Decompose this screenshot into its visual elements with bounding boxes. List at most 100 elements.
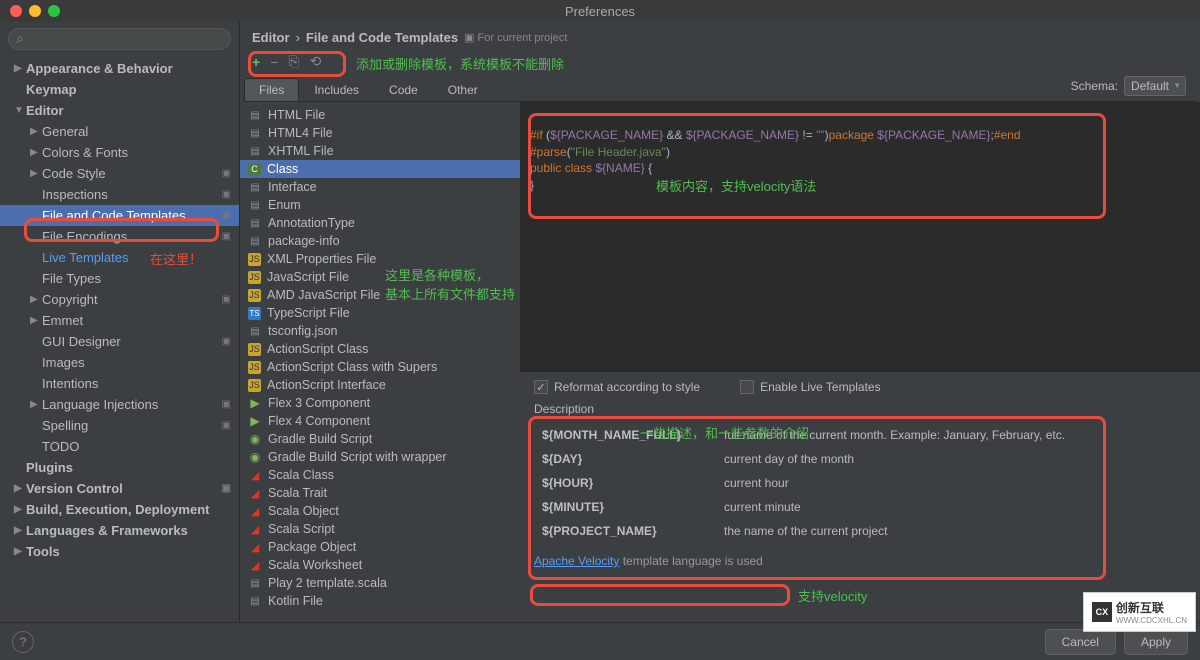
sidebar-item[interactable]: Spelling▣ xyxy=(0,415,239,436)
sidebar-item[interactable]: Copyright▣ xyxy=(0,289,239,310)
template-item[interactable]: ◢Scala Trait xyxy=(240,484,520,502)
cancel-button[interactable]: Cancel xyxy=(1045,629,1116,655)
reset-template-button[interactable]: ⟲ xyxy=(310,53,322,70)
scala-icon: ◢ xyxy=(248,468,262,482)
sidebar-item[interactable]: Code Style▣ xyxy=(0,163,239,184)
sidebar-item[interactable]: Appearance & Behavior xyxy=(0,58,239,79)
apply-button[interactable]: Apply xyxy=(1124,629,1188,655)
maximize-icon[interactable] xyxy=(48,5,60,17)
template-item[interactable]: TSTypeScript File xyxy=(240,304,520,322)
js-icon: JS xyxy=(248,289,261,302)
template-tabs: FilesIncludesCodeOther xyxy=(244,78,1196,102)
template-item[interactable]: ▤HTML4 File xyxy=(240,124,520,142)
sidebar-item[interactable]: Inspections▣ xyxy=(0,184,239,205)
template-code-editor[interactable]: #if (${PACKAGE_NAME} && ${PACKAGE_NAME} … xyxy=(520,102,1200,372)
sidebar-item[interactable]: GUI Designer▣ xyxy=(0,331,239,352)
template-item[interactable]: ▤AnnotationType xyxy=(240,214,520,232)
file-icon: ▤ xyxy=(248,180,262,194)
js-icon: JS xyxy=(248,379,261,392)
template-item[interactable]: ▤XHTML File xyxy=(240,142,520,160)
template-item[interactable]: ◉Gradle Build Script xyxy=(240,430,520,448)
sidebar-item[interactable]: Tools xyxy=(0,541,239,562)
scala-icon: ◢ xyxy=(248,522,262,536)
close-icon[interactable] xyxy=(10,5,22,17)
template-item[interactable]: ▤Interface xyxy=(240,178,520,196)
tab-includes[interactable]: Includes xyxy=(299,78,374,101)
scala-icon: ◢ xyxy=(248,558,262,572)
template-item[interactable]: ◉Gradle Build Script with wrapper xyxy=(240,448,520,466)
sidebar-item[interactable]: File and Code Templates▣ xyxy=(0,205,239,226)
sidebar-item[interactable]: Plugins xyxy=(0,457,239,478)
breadcrumb: Editor › File and Code Templates ▣ For c… xyxy=(240,22,1200,49)
titlebar: Preferences xyxy=(0,0,1200,22)
template-item[interactable]: ◢Scala Class xyxy=(240,466,520,484)
template-item[interactable]: JSXML Properties File xyxy=(240,250,520,268)
template-toolbar: + − ⎘ ⟲ xyxy=(240,49,1200,74)
variable-row: ${DAY}current day of the month xyxy=(536,448,1184,470)
sidebar-item[interactable]: Emmet xyxy=(0,310,239,331)
template-item[interactable]: JSAMD JavaScript File xyxy=(240,286,520,304)
sidebar-item[interactable]: General xyxy=(0,121,239,142)
sidebar-item[interactable]: File Types xyxy=(0,268,239,289)
help-button[interactable]: ? xyxy=(12,631,34,653)
schema-select[interactable]: Default xyxy=(1124,76,1186,96)
sidebar-item[interactable]: Intentions xyxy=(0,373,239,394)
template-item[interactable]: ◢Scala Worksheet xyxy=(240,556,520,574)
sidebar-item[interactable]: Editor xyxy=(0,100,239,121)
velocity-footer: Apache Velocity template language is use… xyxy=(520,548,1200,574)
remove-template-button[interactable]: − xyxy=(270,54,278,70)
tab-other[interactable]: Other xyxy=(433,78,493,101)
schema-label: Schema: xyxy=(1071,79,1118,93)
sidebar-item[interactable]: Keymap xyxy=(0,79,239,100)
copy-template-button[interactable]: ⎘ xyxy=(288,53,299,70)
file-icon: ▤ xyxy=(248,108,262,122)
variable-row: ${MINUTE}current minute xyxy=(536,496,1184,518)
file-icon: ▤ xyxy=(248,144,262,158)
template-item[interactable]: JSActionScript Class xyxy=(240,340,520,358)
minimize-icon[interactable] xyxy=(29,5,41,17)
file-icon: ▤ xyxy=(248,594,262,608)
file-icon: ▤ xyxy=(248,198,262,212)
add-template-button[interactable]: + xyxy=(252,54,260,70)
template-item[interactable]: ▤package-info xyxy=(240,232,520,250)
template-item[interactable]: ▤HTML File xyxy=(240,106,520,124)
sidebar-item[interactable]: Live Templates xyxy=(0,247,239,268)
file-icon: ▤ xyxy=(248,324,262,338)
tab-code[interactable]: Code xyxy=(374,78,433,101)
play-icon: ▶ xyxy=(248,396,262,410)
reformat-checkbox[interactable]: Reformat according to style xyxy=(534,380,700,394)
template-item[interactable]: ▤Enum xyxy=(240,196,520,214)
variable-row: ${HOUR}current hour xyxy=(536,472,1184,494)
sidebar-item[interactable]: Languages & Frameworks xyxy=(0,520,239,541)
scala-icon: ◢ xyxy=(248,486,262,500)
template-item[interactable]: ▤Kotlin File xyxy=(240,592,520,610)
sidebar-item[interactable]: Version Control▣ xyxy=(0,478,239,499)
gradle-icon: ◉ xyxy=(248,432,262,446)
sidebar-item[interactable]: Build, Execution, Deployment xyxy=(0,499,239,520)
template-item[interactable]: ▤Play 2 template.scala xyxy=(240,574,520,592)
scala-icon: ◢ xyxy=(248,540,262,554)
template-item[interactable]: ▶Flex 3 Component xyxy=(240,394,520,412)
sidebar-item[interactable]: File Encodings▣ xyxy=(0,226,239,247)
sidebar-item[interactable]: TODO xyxy=(0,436,239,457)
sidebar: Appearance & BehaviorKeymapEditorGeneral… xyxy=(0,22,240,622)
template-item[interactable]: ◢Scala Script xyxy=(240,520,520,538)
sidebar-item[interactable]: Colors & Fonts xyxy=(0,142,239,163)
live-templates-checkbox[interactable]: Enable Live Templates xyxy=(740,380,881,394)
template-item[interactable]: JSJavaScript File xyxy=(240,268,520,286)
sidebar-item[interactable]: Language Injections▣ xyxy=(0,394,239,415)
apache-velocity-link[interactable]: Apache Velocity xyxy=(534,554,619,568)
template-item[interactable]: ◢Package Object xyxy=(240,538,520,556)
template-item[interactable]: ▤tsconfig.json xyxy=(240,322,520,340)
variable-row: ${MONTH_NAME_FULL}full name of the curre… xyxy=(536,424,1184,446)
template-item[interactable]: ◢Scala Object xyxy=(240,502,520,520)
bottom-bar: ? Cancel Apply xyxy=(0,622,1200,660)
tab-files[interactable]: Files xyxy=(244,78,299,101)
template-item[interactable]: ▶Flex 4 Component xyxy=(240,412,520,430)
sidebar-item[interactable]: Images xyxy=(0,352,239,373)
search-input[interactable] xyxy=(8,28,231,50)
variable-row: ${PROJECT_NAME}the name of the current p… xyxy=(536,520,1184,542)
template-item[interactable]: JSActionScript Interface xyxy=(240,376,520,394)
template-item[interactable]: CClass xyxy=(240,160,520,178)
template-item[interactable]: JSActionScript Class with Supers xyxy=(240,358,520,376)
